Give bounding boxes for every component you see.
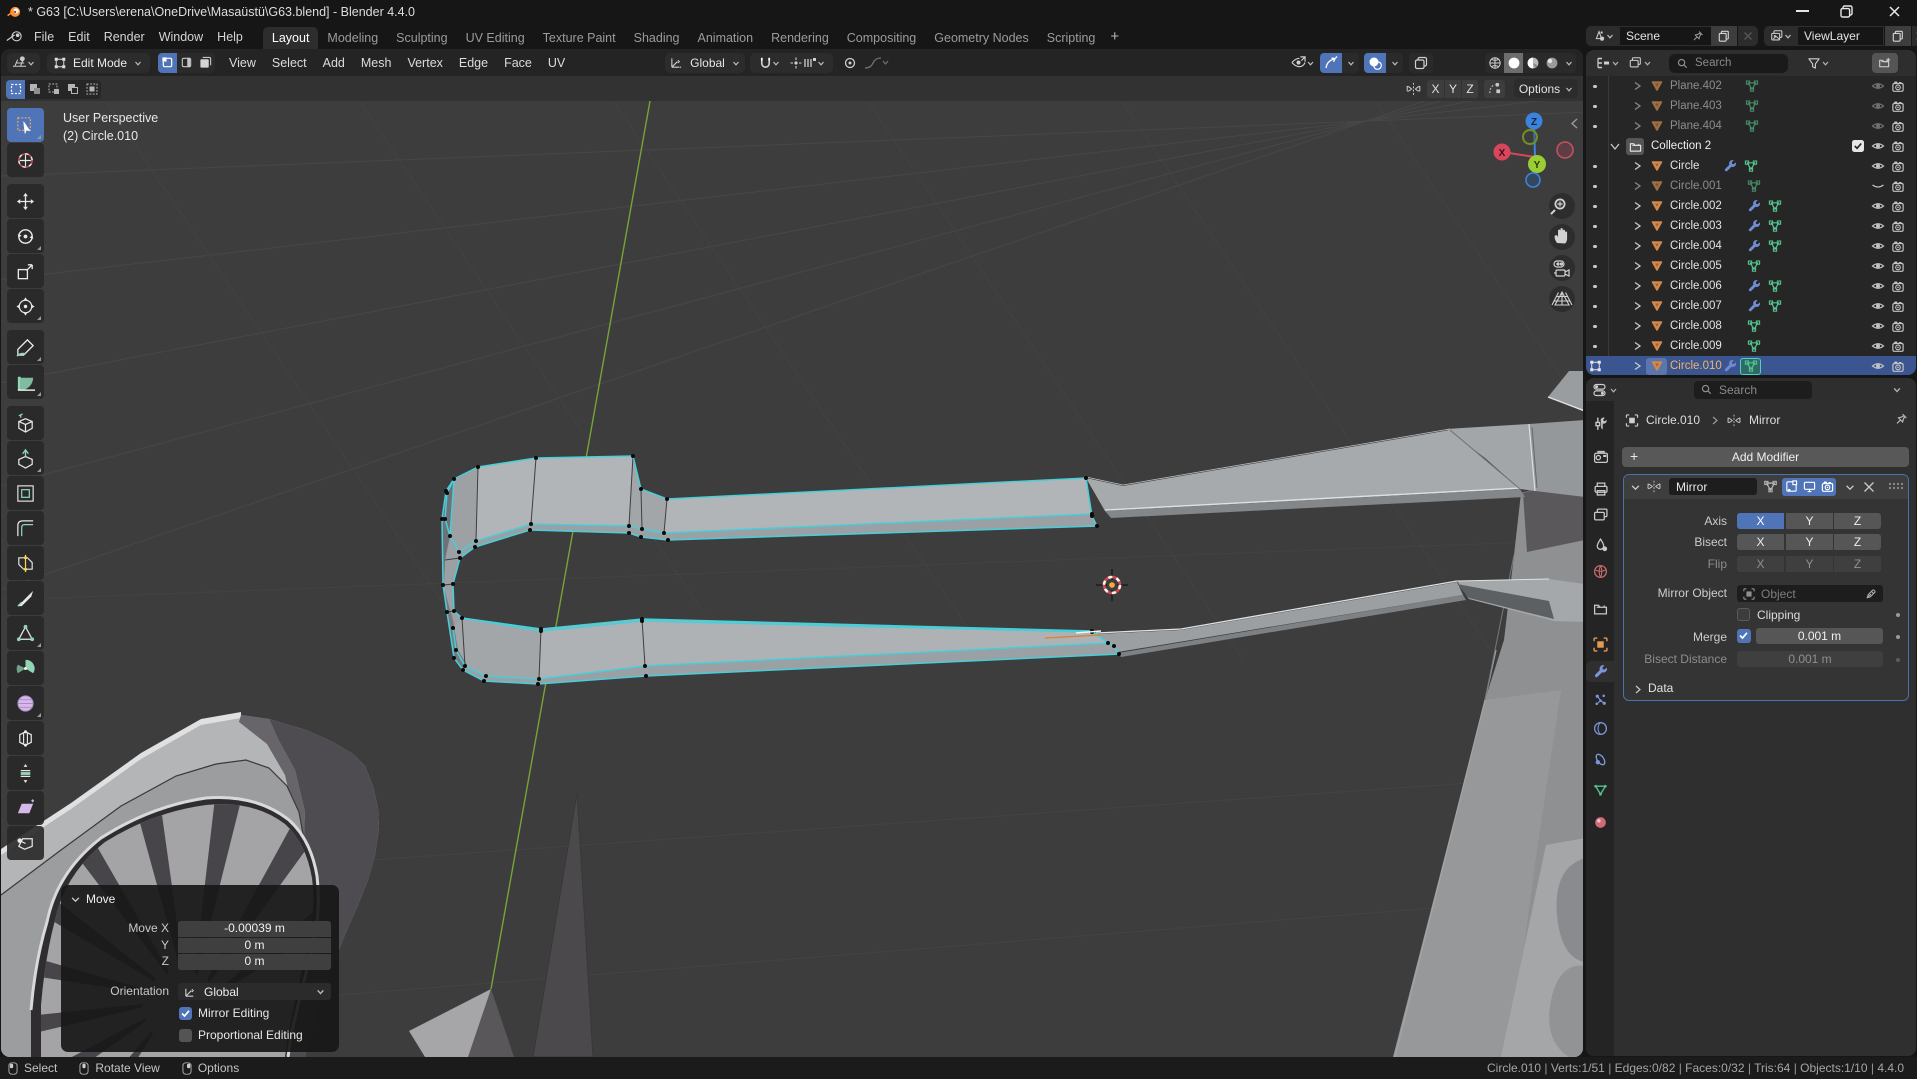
svg-text:Y: Y xyxy=(1534,160,1541,171)
svg-text:Z: Z xyxy=(1531,117,1537,128)
svg-text:X: X xyxy=(1499,148,1506,159)
